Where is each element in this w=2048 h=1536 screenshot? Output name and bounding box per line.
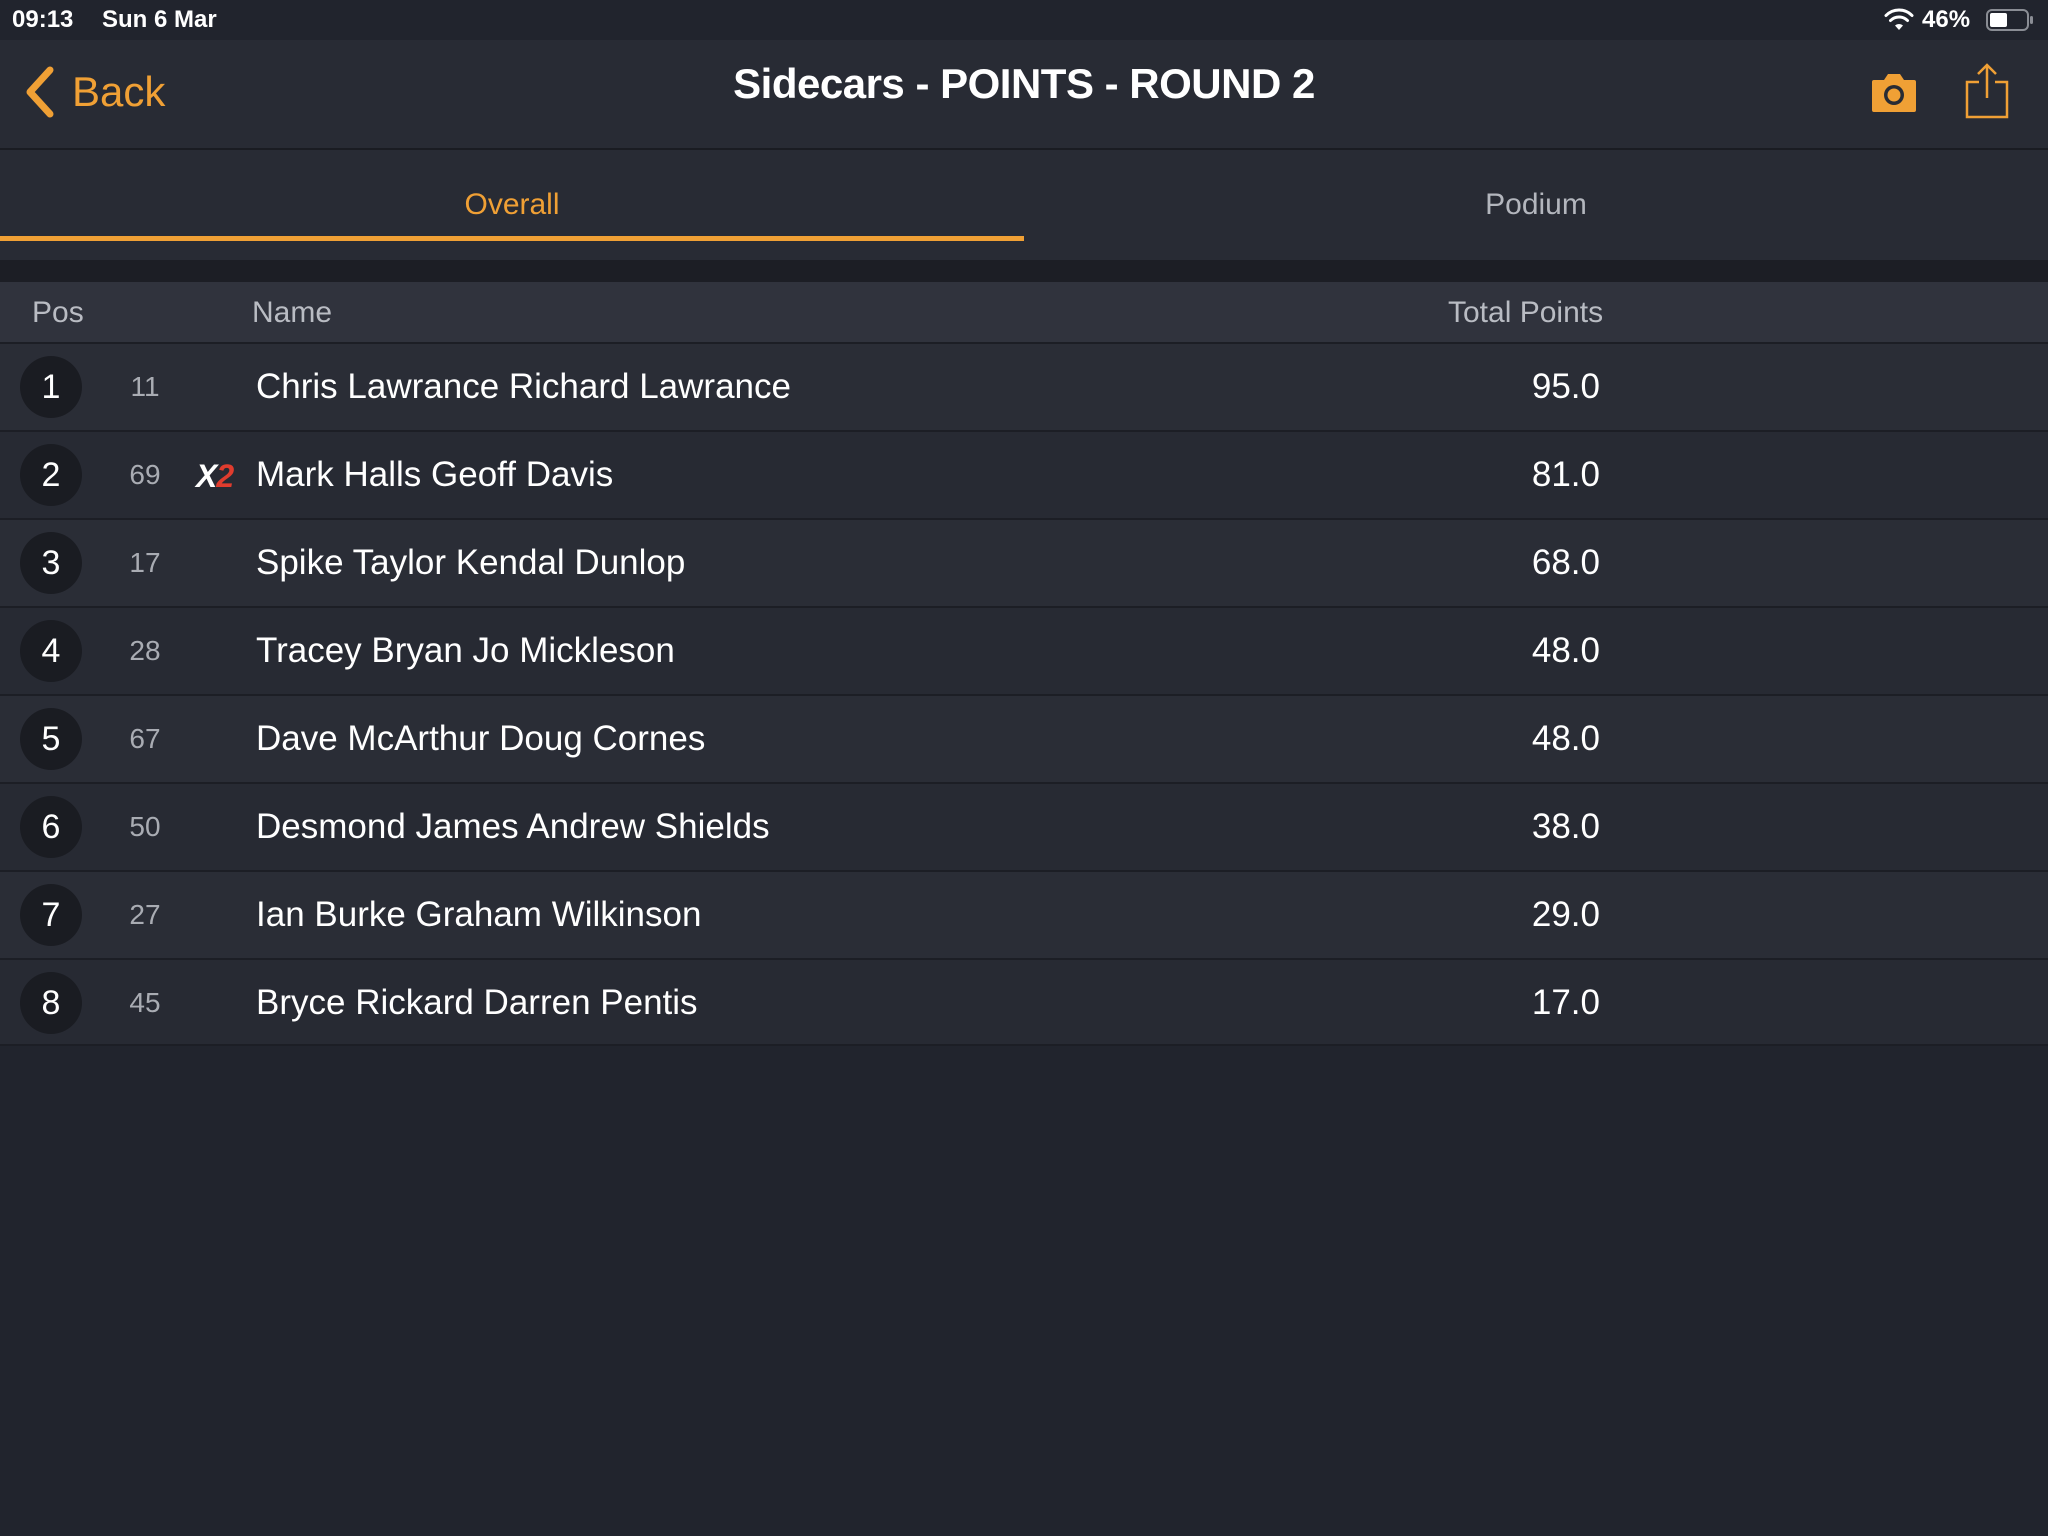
tab-selected-indicator — [0, 236, 1024, 241]
position-badge: 4 — [20, 620, 82, 682]
table-header: Pos Name Total Points — [0, 282, 2048, 342]
race-number: 17 — [129, 547, 161, 578]
share-icon[interactable] — [1964, 62, 2010, 120]
rider-name: Tracey Bryan Jo Mickleson — [256, 631, 675, 670]
table-row[interactable]: 8 45 Bryce Rickard Darren Pentis 17.0 — [0, 958, 2048, 1046]
status-bar: 09:13 Sun 6 Mar 46% — [0, 0, 2048, 40]
race-number: 11 — [130, 371, 160, 402]
rider-name: Ian Burke Graham Wilkinson — [256, 895, 702, 934]
table-row[interactable]: 1 11 Chris Lawrance Richard Lawrance 95.… — [0, 342, 2048, 430]
position-badge: 2 — [20, 444, 82, 506]
segmented-tabs: Overall Podium — [0, 150, 2048, 260]
position-badge: 5 — [20, 708, 82, 770]
battery-icon — [1986, 9, 2033, 31]
table-row[interactable]: 4 28 Tracey Bryan Jo Mickleson 48.0 — [0, 606, 2048, 694]
table-row[interactable]: 7 27 Ian Burke Graham Wilkinson 29.0 — [0, 870, 2048, 958]
column-header-name: Name — [252, 296, 333, 329]
race-number: 45 — [129, 987, 161, 1018]
rider-name: Desmond James Andrew Shields — [256, 807, 770, 846]
race-number: 67 — [129, 723, 161, 754]
status-time: 09:13 — [12, 6, 74, 33]
race-number: 28 — [129, 635, 161, 666]
class-badge-number: 2 — [216, 458, 234, 494]
rider-name: Dave McArthur Doug Cornes — [256, 719, 706, 758]
battery-percentage: 46% — [1922, 6, 1971, 33]
table-row[interactable]: 5 67 Dave McArthur Doug Cornes 48.0 — [0, 694, 2048, 782]
camera-icon[interactable] — [1870, 70, 1918, 118]
column-header-pos: Pos — [32, 296, 84, 329]
tab-overall[interactable]: Overall — [0, 150, 1024, 260]
total-points: 48.0 — [1531, 631, 1600, 670]
section-divider — [0, 260, 2048, 282]
total-points: 95.0 — [1531, 367, 1600, 406]
tab-podium[interactable]: Podium — [1024, 150, 2048, 260]
x2-class-badge: X2 — [196, 458, 234, 495]
table-row[interactable]: 3 17 Spike Taylor Kendal Dunlop 68.0 — [0, 518, 2048, 606]
table-bottom-divider — [0, 1044, 2048, 1046]
rider-name: Mark Halls Geoff Davis — [256, 455, 614, 494]
total-points: 81.0 — [1531, 455, 1600, 494]
table-row[interactable]: 6 50 Desmond James Andrew Shields 38.0 — [0, 782, 2048, 870]
position-badge: 8 — [20, 972, 82, 1034]
position-badge: 1 — [20, 356, 82, 418]
position-badge: 3 — [20, 532, 82, 594]
results-table: 1 11 Chris Lawrance Richard Lawrance 95.… — [0, 342, 2048, 1046]
class-badge-letter: X — [196, 458, 217, 494]
race-number: 27 — [129, 899, 161, 930]
page-title: Sidecars - POINTS - ROUND 2 — [733, 60, 1315, 107]
position-badge: 7 — [20, 884, 82, 946]
total-points: 68.0 — [1531, 543, 1600, 582]
rider-name: Spike Taylor Kendal Dunlop — [256, 543, 686, 582]
rider-name: Chris Lawrance Richard Lawrance — [256, 367, 791, 406]
status-date: Sun 6 Mar — [102, 6, 217, 33]
total-points: 38.0 — [1531, 807, 1600, 846]
race-number: 50 — [129, 811, 161, 842]
column-header-total-points: Total Points — [1448, 296, 1604, 329]
total-points: 17.0 — [1531, 983, 1600, 1022]
position-badge: 6 — [20, 796, 82, 858]
total-points: 29.0 — [1531, 895, 1600, 934]
race-number: 69 — [129, 459, 161, 490]
rider-name: Bryce Rickard Darren Pentis — [256, 983, 698, 1022]
navigation-bar: Back Sidecars - POINTS - ROUND 2 — [0, 40, 2048, 150]
total-points: 48.0 — [1531, 719, 1600, 758]
wifi-icon — [1884, 8, 1914, 30]
table-row[interactable]: 2 69 X2 Mark Halls Geoff Davis 81.0 — [0, 430, 2048, 518]
